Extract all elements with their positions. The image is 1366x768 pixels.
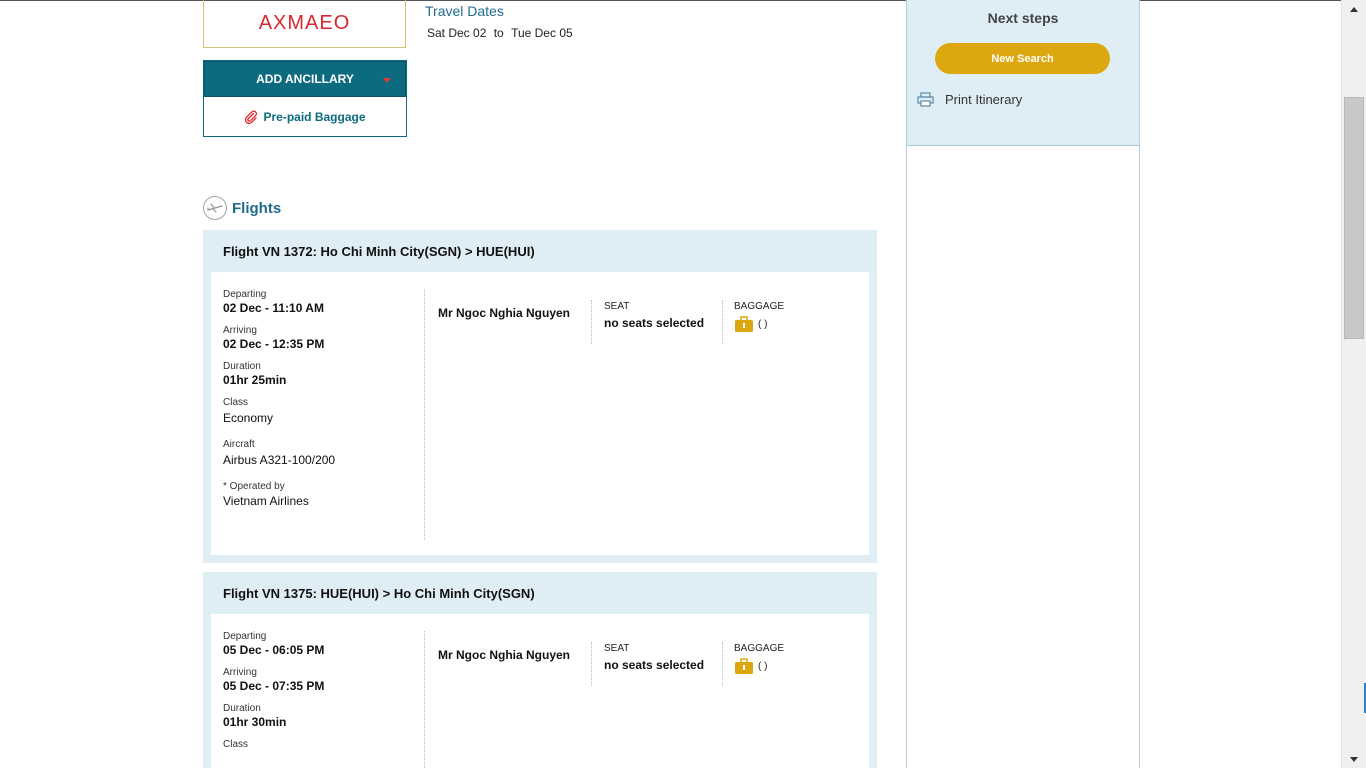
departing-label: Departing [223, 289, 267, 300]
prepaid-baggage-label: Pre-paid Baggage [263, 109, 366, 124]
flight-title: Flight VN 1375: HUE(HUI) > Ho Chi Minh C… [223, 585, 535, 601]
baggage-value: ( ) [758, 319, 768, 330]
new-search-button[interactable]: New Search [935, 43, 1110, 74]
next-steps-panel: Next steps New Search Print Itinerary [907, 0, 1139, 146]
caret-down-icon [383, 78, 391, 83]
duration-value: 01hr 30min [223, 715, 287, 729]
next-steps-title: Next steps [987, 10, 1059, 26]
departing-value: 05 Dec - 06:05 PM [223, 643, 325, 657]
vertical-scrollbar[interactable] [1341, 0, 1366, 768]
duration-value: 01hr 25min [223, 373, 287, 387]
add-ancillary-button[interactable]: ADD ANCILLARY [204, 61, 406, 97]
print-itinerary-label: Print Itinerary [945, 92, 1023, 107]
booking-reference: AXMAEO [258, 12, 351, 34]
duration-label: Duration [223, 703, 261, 714]
arriving-value: 05 Dec - 07:35 PM [223, 679, 325, 693]
seat-column: SEAT no seats selected [591, 642, 704, 686]
date-separator: to [493, 26, 504, 40]
scroll-down-arrow-icon[interactable] [1342, 750, 1366, 768]
baggage-label: BAGGAGE [734, 643, 785, 654]
baggage-value-row[interactable]: ( ) [734, 658, 784, 675]
add-ancillary-label: ADD ANCILLARY [256, 72, 354, 86]
next-steps-sidebar: Next steps New Search Print Itinerary [906, 0, 1140, 768]
departing-value: 02 Dec - 11:10 AM [223, 301, 324, 315]
passenger-name: Mr Ngoc Nghia Nguyen [438, 306, 571, 320]
baggage-value-row[interactable]: ( ) [734, 316, 784, 333]
flights-title: Flights [232, 199, 282, 217]
operated-by-value: Vietnam Airlines [223, 494, 309, 508]
airplane-icon [203, 196, 227, 220]
seat-label: SEAT [604, 643, 630, 654]
baggage-label: BAGGAGE [734, 301, 785, 312]
operated-by-label: * Operated by [223, 481, 285, 492]
flight-title: Flight VN 1372: Ho Chi Minh City(SGN) > … [223, 243, 535, 259]
add-ancillary-dropdown: ADD ANCILLARY Pre-paid Baggage [203, 60, 407, 137]
print-itinerary-link[interactable]: Print Itinerary [917, 92, 1022, 107]
flights-heading: Flights [203, 196, 281, 220]
paperclip-icon [244, 110, 258, 124]
flight-details: Departing 05 Dec - 06:05 PM Arriving 05 … [211, 614, 869, 768]
scrollbar-thumb[interactable] [1344, 97, 1364, 339]
flight-info-column: Departing 05 Dec - 06:05 PM Arriving 05 … [211, 631, 425, 768]
seat-label: SEAT [604, 301, 630, 312]
class-label: Class [223, 397, 249, 408]
arriving-label: Arriving [223, 667, 257, 678]
baggage-column: BAGGAGE ( ) [722, 642, 784, 686]
flight-card: Flight VN 1372: Ho Chi Minh City(SGN) > … [203, 230, 877, 563]
aircraft-label: Aircraft [223, 439, 255, 450]
baggage-value: ( ) [758, 661, 768, 672]
class-label: Class [223, 739, 249, 750]
flight-info-column: Departing 02 Dec - 11:10 AM Arriving 02 … [211, 289, 425, 540]
seat-value[interactable]: no seats selected [604, 658, 704, 672]
departing-label: Departing [223, 631, 267, 642]
prepaid-baggage-option[interactable]: Pre-paid Baggage [204, 97, 406, 136]
aircraft-value: Airbus A321-100/200 [223, 453, 336, 467]
seat-column: SEAT no seats selected [591, 300, 704, 344]
suitcase-icon [734, 658, 754, 675]
passenger-name: Mr Ngoc Nghia Nguyen [438, 648, 571, 662]
arriving-value: 02 Dec - 12:35 PM [223, 337, 325, 351]
class-value: Economy [223, 411, 274, 425]
booking-reference-box: AXMAEO [203, 0, 406, 48]
flight-details: Departing 02 Dec - 11:10 AM Arriving 02 … [211, 272, 869, 555]
scroll-up-arrow-icon[interactable] [1342, 0, 1366, 18]
date-from: Sat Dec 02 [427, 26, 487, 40]
travel-dates-value: Sat Dec 02 to Tue Dec 05 [425, 26, 575, 40]
date-to: Tue Dec 05 [511, 26, 573, 40]
travel-dates-label: Travel Dates [425, 3, 504, 19]
suitcase-icon [734, 316, 754, 333]
flight-card: Flight VN 1375: HUE(HUI) > Ho Chi Minh C… [203, 572, 877, 768]
seat-value[interactable]: no seats selected [604, 316, 704, 330]
printer-icon [917, 92, 934, 107]
baggage-column: BAGGAGE ( ) [722, 300, 784, 344]
arriving-label: Arriving [223, 325, 257, 336]
duration-label: Duration [223, 361, 261, 372]
